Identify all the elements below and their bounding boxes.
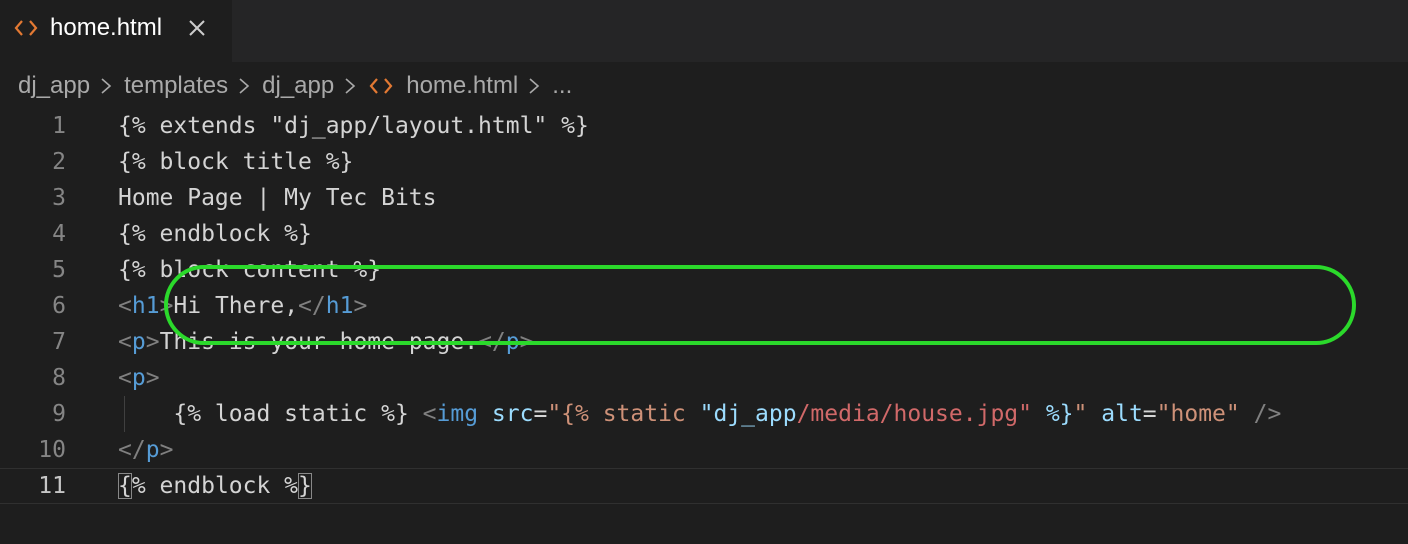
code-line[interactable]: 7 <p>This is your home page.</p> xyxy=(0,324,1408,360)
code-text: {% block content %} xyxy=(118,252,381,288)
code-text: <p>This is your home page.</p> xyxy=(118,324,534,360)
code-editor[interactable]: 1 {% extends "dj_app/layout.html" %} 2 {% b… xyxy=(0,106,1408,544)
code-text: </p> xyxy=(118,432,173,468)
code-token: {% block content %} xyxy=(118,257,382,283)
code-text: <h1>Hi There,</h1> xyxy=(118,288,367,324)
code-text: Home Page | My Tec Bits xyxy=(118,180,437,216)
code-token: > xyxy=(353,293,368,319)
breadcrumb-item-dj-app-sub[interactable]: dj_app xyxy=(262,72,334,100)
code-token: = xyxy=(533,401,548,427)
code-token: "{% static xyxy=(547,401,700,427)
close-icon[interactable] xyxy=(186,17,208,39)
code-token: < xyxy=(118,365,132,391)
line-number: 2 xyxy=(52,149,66,175)
code-token: p xyxy=(505,329,520,355)
code-line[interactable]: 3 Home Page | My Tec Bits xyxy=(0,180,1408,216)
code-token: </ xyxy=(298,293,326,319)
line-number: 1 xyxy=(52,113,66,139)
code-token: {% endblock %} xyxy=(118,221,312,247)
code-token: < xyxy=(118,329,132,355)
code-line[interactable]: 2 {% block title %} xyxy=(0,144,1408,180)
line-number: 9 xyxy=(52,401,66,427)
code-token: % endblock % xyxy=(131,473,299,499)
chevron-right-icon xyxy=(529,78,540,94)
code-token: > xyxy=(145,329,160,355)
code-token: > xyxy=(159,437,174,463)
code-token: "dj_app xyxy=(699,401,797,427)
code-line[interactable]: 11 {% endblock %} xyxy=(0,468,1408,504)
code-token: /media/house.jpg" xyxy=(796,401,1032,427)
code-line[interactable]: 4 {% endblock %} xyxy=(0,216,1408,252)
code-line[interactable]: 6 <h1>Hi There,</h1> xyxy=(0,288,1408,324)
code-token: p xyxy=(131,329,146,355)
code-line[interactable]: 10 </p> xyxy=(0,432,1408,468)
tab-label: home.html xyxy=(50,14,163,41)
code-token: </ xyxy=(478,329,506,355)
code-token: {% load static %} xyxy=(118,401,423,427)
code-token: Hi There, xyxy=(173,293,299,319)
breadcrumb-item-symbols[interactable]: ... xyxy=(552,72,572,100)
code-line[interactable]: 1 {% extends "dj_app/layout.html" %} xyxy=(0,108,1408,144)
code-token: < xyxy=(118,293,132,319)
line-number: 8 xyxy=(52,365,66,391)
html-file-icon xyxy=(369,78,393,94)
code-token: Home Page | My Tec Bits xyxy=(118,185,437,211)
code-line[interactable]: 5 {% block content %} xyxy=(0,252,1408,288)
tab-home-html[interactable]: home.html xyxy=(0,0,232,62)
code-token: > xyxy=(159,293,174,319)
code-token: } xyxy=(298,473,312,499)
code-token: "home" xyxy=(1156,401,1240,427)
code-token: h1 xyxy=(131,293,160,319)
line-number: 11 xyxy=(38,473,66,499)
chevron-right-icon xyxy=(101,78,112,94)
code-token: {% block title %} xyxy=(118,149,354,175)
line-number: 7 xyxy=(52,329,66,355)
code-text: {% extends "dj_app/layout.html" %} xyxy=(118,108,589,144)
code-token: This is your home page. xyxy=(159,329,479,355)
code-token: alt xyxy=(1101,401,1143,427)
code-token: img xyxy=(436,401,479,427)
code-token: < xyxy=(422,401,437,427)
code-token: { xyxy=(118,473,132,499)
code-line[interactable]: 9 {% load static %} <img src="{% static … xyxy=(0,396,1408,432)
code-token: {% extends "dj_app/layout.html" %} xyxy=(118,113,589,139)
chevron-right-icon xyxy=(345,78,356,94)
code-text: {% endblock %} xyxy=(118,216,312,252)
code-token: /> xyxy=(1253,401,1282,427)
line-number: 4 xyxy=(52,221,66,247)
code-text: {% endblock %} xyxy=(118,469,312,503)
code-token: p xyxy=(131,365,146,391)
code-line[interactable]: 8 <p> xyxy=(0,360,1408,396)
code-token: > xyxy=(145,365,160,391)
html-file-icon xyxy=(14,20,38,36)
breadcrumb-item-templates[interactable]: templates xyxy=(124,72,228,100)
code-token: " xyxy=(1073,401,1088,427)
tab-bar: home.html xyxy=(0,0,1408,62)
code-text: {% block title %} xyxy=(118,144,353,180)
breadcrumb-item-file[interactable]: home.html xyxy=(406,72,518,100)
code-token: src xyxy=(491,401,534,427)
code-token: > xyxy=(519,329,534,355)
breadcrumb-item-dj-app[interactable]: dj_app xyxy=(18,72,90,100)
code-text: <p> xyxy=(118,360,160,396)
code-token: p xyxy=(145,437,160,463)
line-number: 3 xyxy=(52,185,66,211)
line-number: 10 xyxy=(38,437,66,463)
breadcrumb: dj_app templates dj_app home.html ... xyxy=(18,70,572,102)
code-token: %} xyxy=(1031,401,1074,427)
code-text: {% load static %} <img src="{% static "d… xyxy=(118,396,1281,432)
code-token: </ xyxy=(118,437,146,463)
line-number: 5 xyxy=(52,257,66,283)
line-number: 6 xyxy=(52,293,66,319)
code-token: = xyxy=(1142,401,1157,427)
code-token: h1 xyxy=(325,293,354,319)
chevron-right-icon xyxy=(239,78,250,94)
